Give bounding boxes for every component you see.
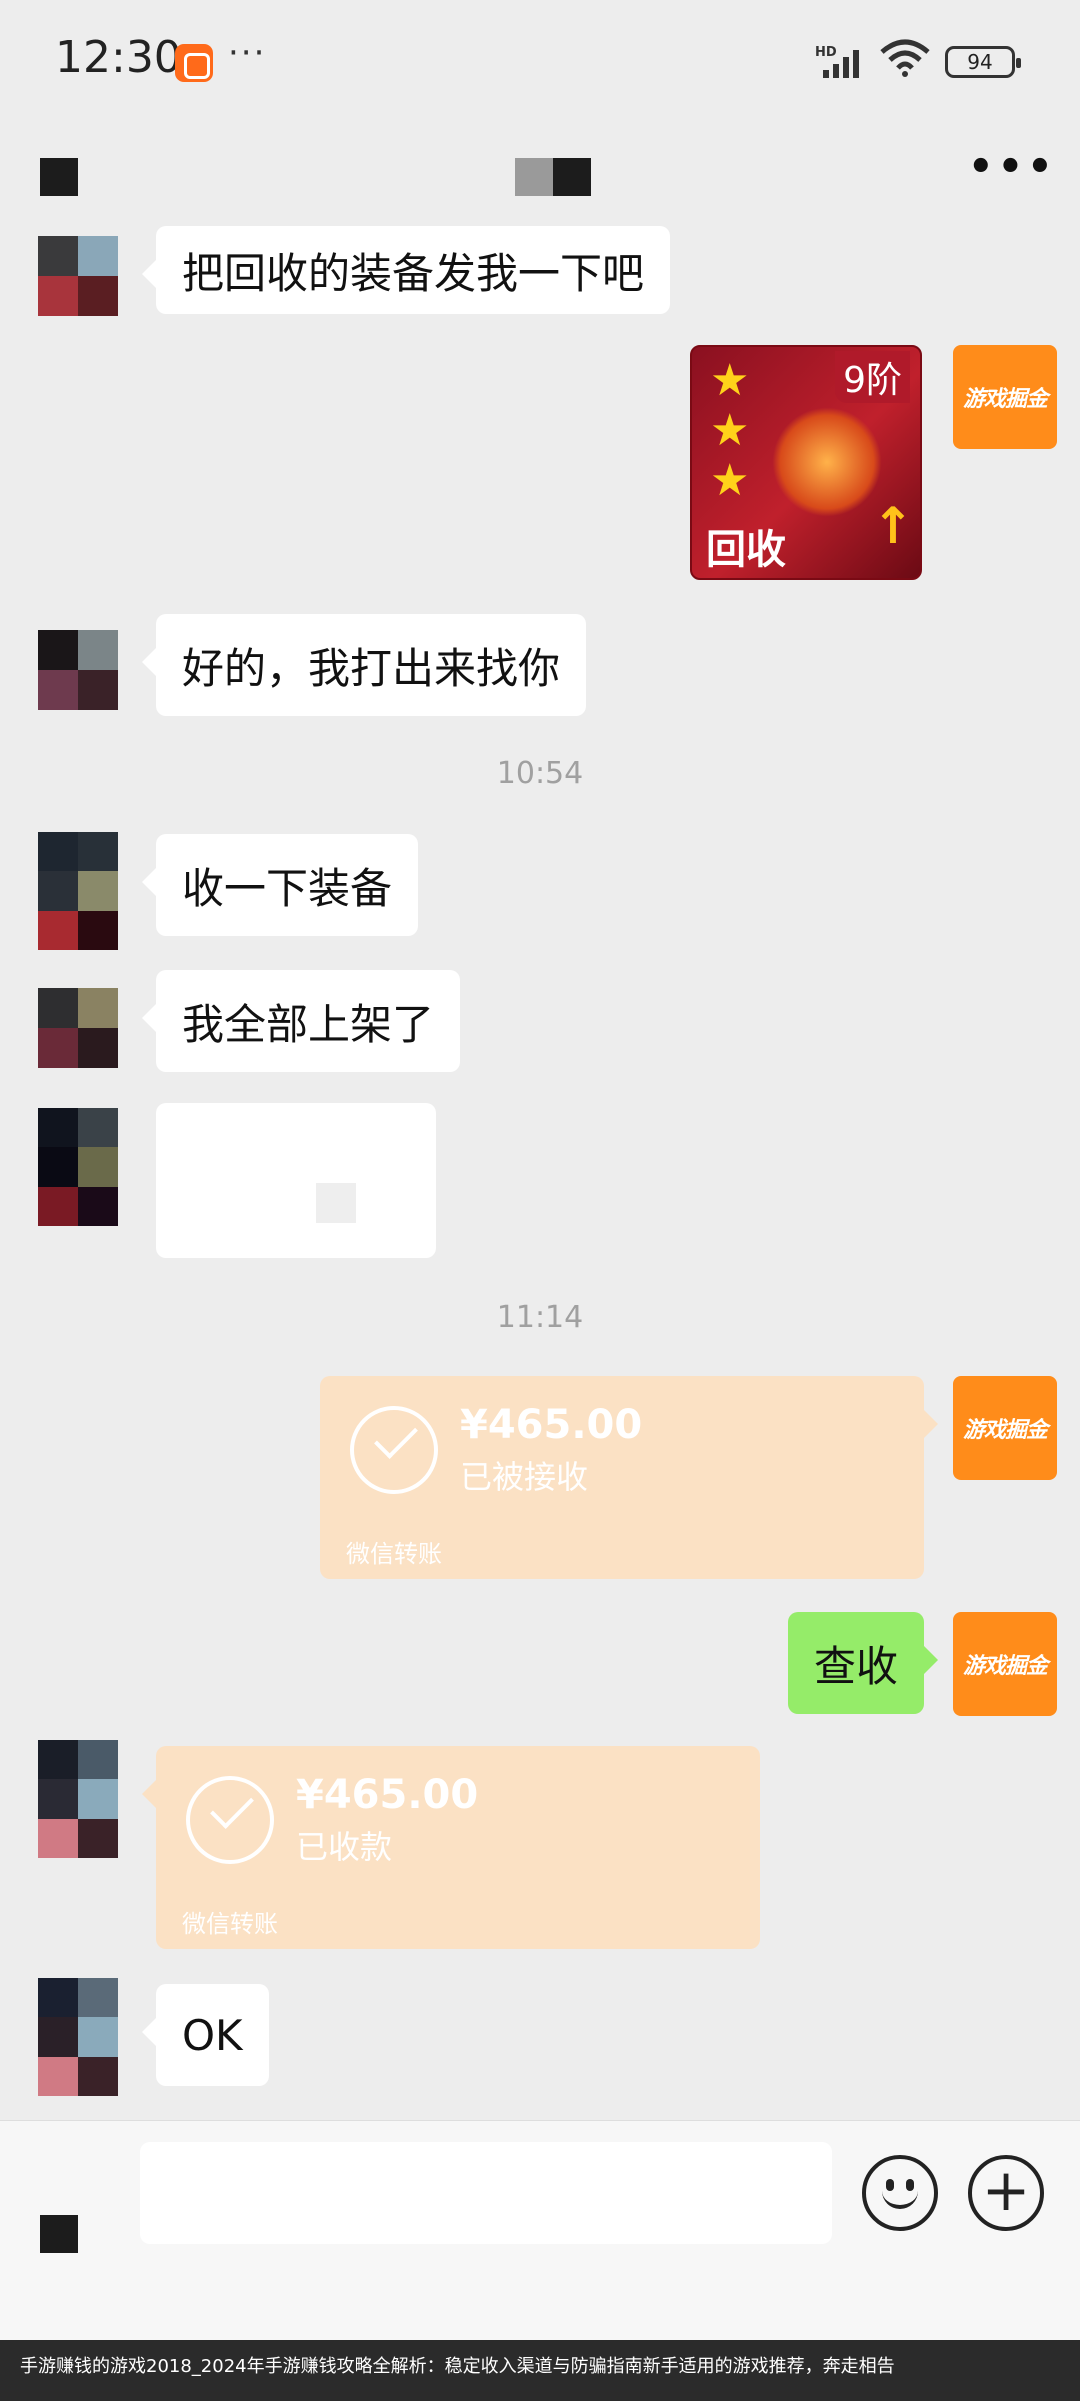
transfer-card-sent[interactable]: ¥465.00 已被接收 微信转账 — [320, 1376, 938, 1579]
my-avatar[interactable]: 游戏掘金 — [953, 345, 1057, 449]
plus-icon[interactable]: + — [968, 2155, 1044, 2231]
message-bubble-sent[interactable]: 查收 — [788, 1612, 939, 1714]
message-text: 好的，我打出来找你 — [182, 643, 561, 693]
transfer-amount: ¥465.00 — [460, 1402, 643, 1448]
star-icon: ★ — [710, 355, 750, 406]
more-icon[interactable]: ••• — [968, 144, 1057, 190]
transfer-amount: ¥465.00 — [296, 1772, 479, 1818]
sticker-emblem — [772, 407, 882, 517]
sticker-level: 9阶 — [835, 351, 910, 403]
message-bubble[interactable]: OK — [142, 1984, 269, 2086]
contact-avatar[interactable] — [38, 630, 118, 710]
status-overflow: ··· — [228, 33, 267, 73]
message-bubble[interactable]: 好的，我打出来找你 — [141, 614, 587, 716]
redaction-block — [316, 1183, 356, 1223]
star-icon: ★ — [710, 455, 750, 506]
transfer-card-received[interactable]: ¥465.00 已收款 微信转账 — [142, 1746, 760, 1949]
message-text: 我全部上架了 — [182, 999, 435, 1049]
transfer-status: 已收款 — [296, 1828, 393, 1866]
message-input[interactable] — [140, 2142, 832, 2244]
wifi-icon — [880, 39, 930, 77]
app-notification-icon — [175, 44, 213, 82]
up-arrow-icon: ↑ — [872, 497, 914, 555]
transfer-status: 已被接收 — [460, 1458, 589, 1496]
transfer-label: 微信转账 — [346, 1540, 442, 1568]
voice-icon[interactable] — [40, 2215, 78, 2253]
my-avatar[interactable]: 游戏掘金 — [953, 1376, 1057, 1480]
contact-avatar[interactable] — [38, 988, 118, 1068]
message-text: 收一下装备 — [182, 863, 393, 913]
contact-avatar[interactable] — [38, 832, 118, 950]
contact-avatar[interactable] — [38, 1978, 118, 2096]
contact-avatar[interactable] — [38, 1108, 118, 1226]
message-bubble[interactable]: 把回收的装备发我一下吧 — [141, 226, 671, 314]
contact-avatar[interactable] — [38, 236, 118, 316]
sticker-label: 回收 — [706, 527, 786, 573]
message-bubble[interactable]: 我全部上架了 — [141, 970, 461, 1072]
network-type-label: HD — [815, 45, 837, 60]
check-icon — [186, 1776, 274, 1864]
check-icon — [350, 1406, 438, 1494]
watermark-caption: 手游赚钱的游戏2018_2024年手游赚钱攻略全解析：稳定收入渠道与防骗指南新手… — [0, 2340, 1080, 2401]
emoji-icon[interactable] — [862, 2155, 938, 2231]
transfer-label: 微信转账 — [182, 1910, 278, 1938]
message-text: 把回收的装备发我一下吧 — [182, 248, 645, 298]
chat-title-redacted — [515, 158, 553, 196]
sticker-image[interactable]: 9阶 ★ ★ ★ ↑ 回收 — [690, 345, 922, 580]
star-icon: ★ — [710, 405, 750, 456]
image-message-redacted[interactable] — [156, 1103, 436, 1258]
message-bubble[interactable]: 收一下装备 — [141, 834, 419, 936]
back-icon[interactable] — [40, 158, 78, 196]
status-time: 12:30 — [55, 32, 182, 83]
timestamp: 10:54 — [496, 756, 584, 791]
message-text: OK — [182, 2010, 243, 2060]
battery-indicator: 94 — [945, 46, 1021, 78]
message-text: 查收 — [814, 1641, 899, 1691]
chat-title-redacted — [553, 158, 591, 196]
timestamp: 11:14 — [496, 1300, 584, 1335]
contact-avatar[interactable] — [38, 1740, 118, 1858]
my-avatar[interactable]: 游戏掘金 — [953, 1612, 1057, 1716]
signal-icon: HD — [815, 45, 859, 78]
